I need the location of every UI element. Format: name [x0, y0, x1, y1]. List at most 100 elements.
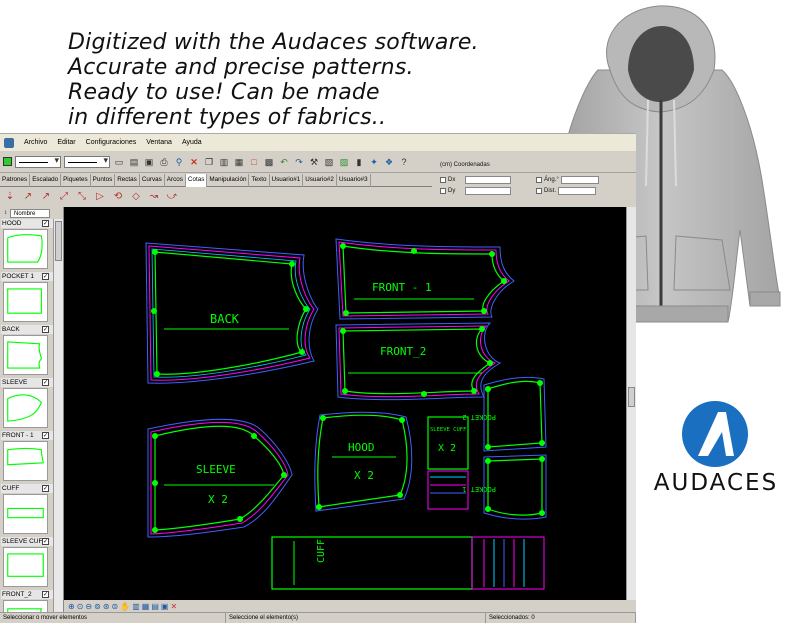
- piece-visible-checkbox[interactable]: ✓: [42, 273, 49, 280]
- piece-icon[interactable]: ✦: [368, 156, 380, 168]
- tab-piquetes[interactable]: Piquetes: [61, 174, 91, 187]
- tab-curvas[interactable]: Curvas: [140, 174, 165, 187]
- piece-visible-checkbox[interactable]: ✓: [42, 326, 49, 333]
- label-hood: HOOD: [348, 441, 375, 454]
- mirror-icon[interactable]: ◇: [130, 191, 142, 203]
- help-icon[interactable]: ?: [398, 156, 410, 168]
- dy-checkbox[interactable]: [440, 188, 446, 194]
- piece-visible-checkbox[interactable]: ✓: [42, 220, 49, 227]
- new-file-icon[interactable]: ▭: [113, 156, 125, 168]
- dist-input[interactable]: [558, 187, 596, 195]
- tools-icon[interactable]: ⚒: [308, 156, 320, 168]
- piece-visible-checkbox[interactable]: ✓: [42, 538, 49, 545]
- tab-rectas[interactable]: Rectas: [115, 174, 140, 187]
- line-width-combo[interactable]: [64, 155, 110, 168]
- pattern-canvas[interactable]: BACK FRONT - 1 FRONT_2 SLEEVE X 2 HOOD X…: [64, 207, 626, 600]
- piece-list-panel: ↕ Nombre HOOD ✓ POCKET 1 ✓ BACK ✓ SLEEVE ✓ FRONT…: [0, 207, 64, 612]
- piece-thumbnail: [3, 441, 48, 481]
- print-icon[interactable]: ⎙: [158, 156, 170, 168]
- piece-sleeve-cuff[interactable]: SLEEVE CUFF X 2: [427, 416, 469, 510]
- rotate-icon[interactable]: ⟲: [112, 191, 124, 203]
- ruler-icon[interactable]: ▥: [132, 602, 140, 611]
- sort-icon[interactable]: ↕: [4, 210, 7, 216]
- zoom-all-icon[interactable]: ⊚: [94, 602, 101, 611]
- pattern-drawing: BACK FRONT - 1 FRONT_2 SLEEVE X 2 HOOD X…: [145, 238, 547, 590]
- open-folder-icon[interactable]: ▤: [128, 156, 140, 168]
- canvas-vertical-scrollbar[interactable]: [626, 207, 636, 600]
- label-sleeve-cuff-qty: X 2: [438, 443, 456, 454]
- save-icon[interactable]: ▣: [143, 156, 155, 168]
- dx-input[interactable]: [465, 176, 512, 184]
- menu-ventana[interactable]: Ventana: [146, 139, 172, 146]
- tab-usuario-2[interactable]: Usuario#2: [303, 174, 337, 187]
- tab-cotas[interactable]: Cotas: [185, 174, 208, 187]
- dx-checkbox[interactable]: [440, 177, 446, 183]
- menu-configuraciones[interactable]: Configuraciones: [86, 139, 137, 146]
- label-sleeve-qty: X 2: [208, 493, 228, 506]
- layer-view-icon[interactable]: ▤: [151, 602, 159, 611]
- table-icon[interactable]: ▦: [233, 156, 245, 168]
- image-view-icon[interactable]: ▣: [161, 602, 169, 611]
- piece-sleeve[interactable]: SLEEVE X 2: [147, 418, 293, 538]
- undo-icon[interactable]: ↶: [278, 156, 290, 168]
- copy-icon[interactable]: ❐: [203, 156, 215, 168]
- dy-input[interactable]: [465, 187, 512, 195]
- piece-cuff[interactable]: CUFF: [271, 536, 545, 590]
- paste-icon[interactable]: ▥: [218, 156, 230, 168]
- tab-usuario-1[interactable]: Usuario#1: [270, 174, 304, 187]
- layers-icon[interactable]: ▨: [338, 156, 350, 168]
- tab-patrones[interactable]: Patrones: [0, 174, 31, 187]
- piece-list-scrollbar[interactable]: [53, 219, 63, 612]
- angle-icon[interactable]: ▷: [94, 191, 106, 203]
- dist-checkbox[interactable]: [536, 188, 542, 194]
- binoculars-icon[interactable]: ⚲: [173, 156, 185, 168]
- piece-visible-checkbox[interactable]: ✓: [42, 379, 49, 386]
- arrow-down-icon[interactable]: ⇣: [4, 191, 16, 203]
- line-style-combo[interactable]: [15, 155, 61, 168]
- piece-visible-checkbox[interactable]: ✓: [42, 591, 49, 598]
- dimension-p-icon[interactable]: ↗: [22, 191, 34, 203]
- zoom-out-icon[interactable]: ⊖: [85, 602, 92, 611]
- cut-icon[interactable]: ✕: [188, 156, 200, 168]
- tab-escalado[interactable]: Escalado: [30, 174, 62, 187]
- piece-front-2[interactable]: FRONT_2: [335, 322, 502, 401]
- piece-front-1[interactable]: FRONT - 1: [335, 238, 515, 320]
- settings-icon[interactable]: ❖: [383, 156, 395, 168]
- chart-icon[interactable]: ▮: [353, 156, 365, 168]
- menu-ayuda[interactable]: Ayuda: [182, 139, 202, 146]
- curve-measure-icon[interactable]: ↝: [148, 191, 160, 203]
- zoom-toolbar: ⊕ ⊙ ⊖ ⊚ ⊛ ⊜ ✋ ▥ ▦ ▤ ▣ ✕: [64, 600, 636, 612]
- redo-icon[interactable]: ↷: [293, 156, 305, 168]
- zoom-window-icon[interactable]: ⊙: [77, 602, 84, 611]
- dimension-ppd-icon[interactable]: ⤢: [58, 191, 70, 203]
- menu-archivo[interactable]: Archivo: [24, 139, 47, 146]
- piece-thumbnail: [3, 229, 48, 269]
- zoom-previous-icon[interactable]: ⊛: [103, 602, 110, 611]
- tab-arcos[interactable]: Arcos: [165, 174, 186, 187]
- piece-thumbnail: [3, 547, 48, 587]
- tab-manipulacion[interactable]: Manipulación: [207, 174, 250, 187]
- sort-select[interactable]: Nombre: [10, 208, 50, 218]
- tab-texto[interactable]: Texto: [249, 174, 270, 187]
- close-view-icon[interactable]: ✕: [170, 602, 177, 611]
- tab-usuario-3[interactable]: Usuario#3: [337, 174, 371, 187]
- arc-measure-icon[interactable]: ⤻: [166, 191, 178, 203]
- dimension-pd-icon[interactable]: ↗: [40, 191, 52, 203]
- grid-icon[interactable]: ▩: [263, 156, 275, 168]
- zoom-fit-icon[interactable]: ⊜: [112, 602, 119, 611]
- piece-hood[interactable]: HOOD X 2: [314, 411, 413, 512]
- ang-input[interactable]: [560, 176, 599, 184]
- measure-icon[interactable]: ▧: [323, 156, 335, 168]
- ang-checkbox[interactable]: [536, 177, 542, 183]
- grid-view-icon[interactable]: ▦: [142, 602, 150, 611]
- menu-editar[interactable]: Editar: [57, 139, 75, 146]
- pan-icon[interactable]: ✋: [120, 602, 130, 611]
- piece-pocket-1[interactable]: POCKET 1: [462, 454, 547, 520]
- tab-puntos[interactable]: Puntos: [91, 174, 116, 187]
- color-swatch[interactable]: [3, 157, 12, 166]
- rectangle-icon[interactable]: □: [248, 156, 260, 168]
- piece-visible-checkbox[interactable]: ✓: [42, 432, 49, 439]
- dimension-pdd-icon[interactable]: ⤡: [76, 191, 88, 203]
- zoom-in-icon[interactable]: ⊕: [68, 602, 75, 611]
- piece-visible-checkbox[interactable]: ✓: [42, 485, 49, 492]
